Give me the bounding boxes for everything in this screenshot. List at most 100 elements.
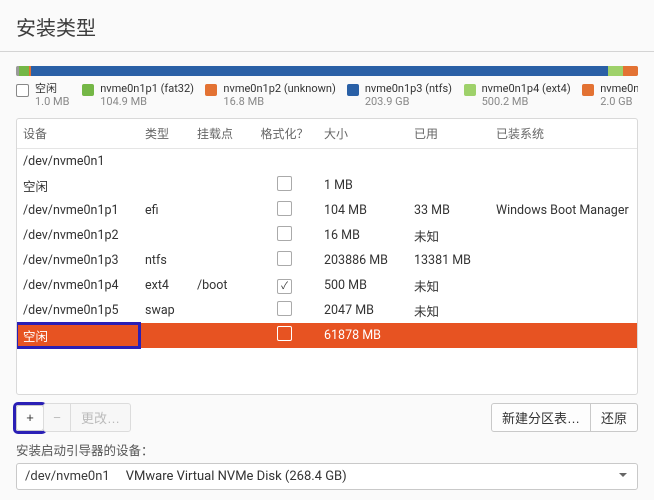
table-header: 设备 类型 挂载点 格式化？ 大小 已用 已装系统 bbox=[17, 119, 637, 149]
bootloader-device-combo[interactable]: /dev/nvme0n1 VMware Virtual NVMe Disk (2… bbox=[16, 463, 638, 490]
legend-name: 空闲 bbox=[35, 82, 69, 95]
cell-device: /dev/nvme0n1p4 bbox=[17, 276, 139, 295]
cell-format[interactable] bbox=[251, 299, 318, 322]
legend-item: nvme0n1p1 (fat32)104.9 MB bbox=[82, 82, 191, 108]
col-mount[interactable]: 挂载点 bbox=[191, 119, 251, 148]
cell-device: /dev/nvme0n1p3 bbox=[17, 251, 139, 270]
cell-type bbox=[139, 234, 191, 238]
cell-used: 13381 MB bbox=[408, 251, 490, 270]
cell-format[interactable] bbox=[251, 324, 318, 347]
cell-used: 未知 bbox=[408, 224, 490, 247]
partition-toolbar: + − 更改… 新建分区表… 还原 bbox=[16, 395, 638, 438]
bootloader-label: 安装启动引导器的设备： bbox=[16, 440, 638, 459]
cell-device: /dev/nvme0n1p5 bbox=[17, 301, 139, 320]
legend-item: 空闲1.0 MB bbox=[16, 82, 68, 108]
table-row[interactable]: 空闲 61878 MB bbox=[17, 323, 637, 348]
cell-device: 空闲 bbox=[17, 324, 139, 347]
legend-text: nvme0n1p4 (ext4)500.2 MB bbox=[482, 82, 571, 108]
usage-segment bbox=[19, 66, 29, 76]
col-used[interactable]: 已用 bbox=[408, 119, 490, 148]
cell-sys bbox=[490, 234, 637, 238]
format-checkbox[interactable] bbox=[277, 251, 292, 266]
cell-format[interactable] bbox=[251, 224, 318, 247]
table-row[interactable]: /dev/nvme0n1p4ext4/boot✓500 MB未知 bbox=[17, 273, 637, 298]
cell-mount bbox=[191, 159, 251, 163]
table-row[interactable]: 空闲1 MB bbox=[17, 173, 637, 198]
legend-item: nvme0n1p3 (ntfs)203.9 GB bbox=[347, 82, 450, 108]
col-type[interactable]: 类型 bbox=[139, 119, 191, 148]
legend-swatch bbox=[205, 84, 217, 96]
cell-sys bbox=[490, 184, 637, 188]
format-checkbox[interactable] bbox=[277, 226, 292, 241]
cell-type: ext4 bbox=[139, 276, 191, 295]
cell-sys bbox=[490, 159, 637, 163]
legend-swatch bbox=[16, 84, 29, 97]
cell-type: efi bbox=[139, 201, 191, 220]
cell-used bbox=[408, 334, 490, 338]
remove-partition-button[interactable]: − bbox=[43, 403, 71, 432]
format-checkbox[interactable]: ✓ bbox=[277, 279, 292, 294]
cell-mount: /boot bbox=[191, 276, 251, 295]
disk-usage: 空闲1.0 MBnvme0n1p1 (fat32)104.9 MBnvme0n1… bbox=[0, 52, 654, 108]
col-size[interactable]: 大小 bbox=[318, 119, 408, 148]
cell-format[interactable] bbox=[251, 159, 318, 163]
table-row[interactable]: /dev/nvme0n1 bbox=[17, 149, 637, 173]
cell-device: /dev/nvme0n1p1 bbox=[17, 201, 139, 220]
legend-name: nvme0n1p1 (fat32) bbox=[100, 82, 194, 95]
usage-segment bbox=[608, 66, 622, 76]
table-body[interactable]: /dev/nvme0n1空闲1 MB/dev/nvme0n1p1efi 104 M… bbox=[17, 149, 637, 394]
cell-type bbox=[139, 159, 191, 163]
legend-name: nvme0n bbox=[600, 82, 638, 95]
cell-mount bbox=[191, 209, 251, 213]
add-partition-button[interactable]: + bbox=[16, 405, 44, 431]
legend-size: 16.8 MB bbox=[223, 95, 335, 108]
new-partition-table-button[interactable]: 新建分区表… bbox=[491, 403, 591, 432]
legend-name: nvme0n1p2 (unknown) bbox=[223, 82, 335, 95]
partition-table: 设备 类型 挂载点 格式化？ 大小 已用 已装系统 /dev/nvme0n1空闲… bbox=[16, 118, 638, 395]
table-row[interactable]: /dev/nvme0n1p216 MB未知 bbox=[17, 223, 637, 248]
col-device[interactable]: 设备 bbox=[17, 119, 139, 148]
usage-segment bbox=[31, 66, 608, 76]
format-checkbox[interactable] bbox=[277, 301, 292, 316]
cell-size: 104 MB bbox=[318, 201, 408, 220]
cell-format[interactable] bbox=[251, 199, 318, 222]
usage-legend: 空闲1.0 MBnvme0n1p1 (fat32)104.9 MBnvme0n1… bbox=[16, 82, 638, 108]
table-row[interactable]: /dev/nvme0n1p1efi 104 MB33 MBWindows Boot… bbox=[17, 198, 637, 223]
change-partition-button[interactable]: 更改… bbox=[70, 403, 131, 432]
legend-item: nvme0n2.0 GB bbox=[582, 82, 638, 108]
cell-used: 33 MB bbox=[408, 201, 490, 220]
legend-size: 203.9 GB bbox=[365, 95, 452, 108]
cell-format[interactable] bbox=[251, 249, 318, 272]
cell-sys bbox=[490, 309, 637, 313]
legend-name: nvme0n1p4 (ext4) bbox=[482, 82, 571, 95]
col-format[interactable]: 格式化？ bbox=[251, 119, 318, 148]
cell-mount bbox=[191, 334, 251, 338]
cell-format[interactable] bbox=[251, 174, 318, 197]
format-checkbox[interactable] bbox=[277, 326, 292, 341]
legend-size: 1.0 MB bbox=[35, 95, 69, 108]
cell-type bbox=[139, 184, 191, 188]
revert-button[interactable]: 还原 bbox=[590, 403, 638, 432]
cell-size: 500 MB bbox=[318, 276, 408, 295]
legend-size: 104.9 MB bbox=[100, 95, 194, 108]
legend-text: nvme0n1p2 (unknown)16.8 MB bbox=[223, 82, 335, 108]
cell-mount bbox=[191, 184, 251, 188]
legend-swatch bbox=[582, 84, 594, 96]
legend-name: nvme0n1p3 (ntfs) bbox=[365, 82, 452, 95]
legend-size: 500.2 MB bbox=[482, 95, 571, 108]
legend-text: 空闲1.0 MB bbox=[35, 82, 69, 108]
table-row[interactable]: /dev/nvme0n1p3ntfs203886 MB13381 MB bbox=[17, 248, 637, 273]
cell-mount bbox=[191, 259, 251, 263]
cell-used bbox=[408, 159, 490, 163]
cell-size: 203886 MB bbox=[318, 251, 408, 270]
cell-format[interactable]: ✓ bbox=[251, 276, 318, 297]
cell-device: /dev/nvme0n1p2 bbox=[17, 226, 139, 245]
cell-size: 61878 MB bbox=[318, 326, 408, 345]
page-title: 安装类型 bbox=[0, 0, 654, 52]
table-row[interactable]: /dev/nvme0n1p5swap2047 MB未知 bbox=[17, 298, 637, 323]
cell-size: 2047 MB bbox=[318, 301, 408, 320]
format-checkbox[interactable] bbox=[277, 201, 292, 216]
format-checkbox[interactable] bbox=[277, 176, 292, 191]
cell-sys: Windows Boot Manager bbox=[490, 201, 637, 220]
col-sys[interactable]: 已装系统 bbox=[490, 119, 637, 148]
